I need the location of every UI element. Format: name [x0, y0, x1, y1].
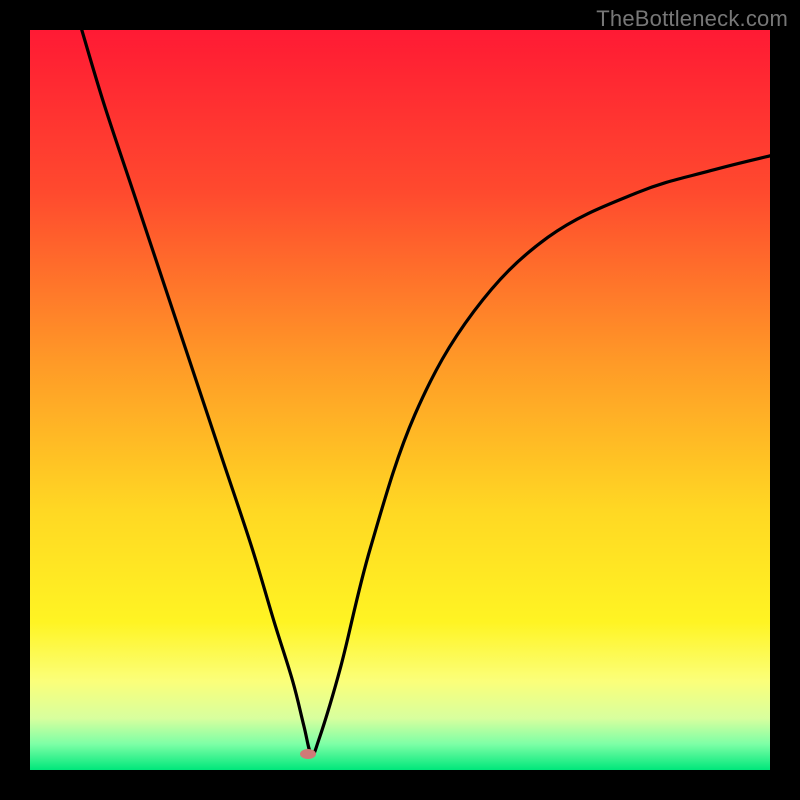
plot-area: [30, 30, 770, 770]
bottleneck-curve: [30, 30, 770, 770]
minimum-marker: [300, 749, 316, 759]
chart-frame: TheBottleneck.com: [0, 0, 800, 800]
watermark-text: TheBottleneck.com: [596, 6, 788, 32]
